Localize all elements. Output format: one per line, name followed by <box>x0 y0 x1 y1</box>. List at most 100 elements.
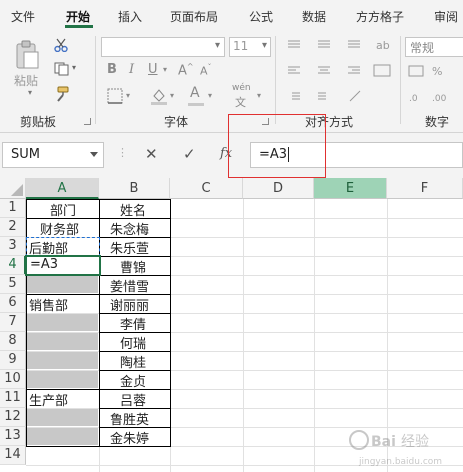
decimal-icons[interactable]: .0 .00 <box>408 90 463 104</box>
name-box[interactable]: SUM <box>2 142 104 168</box>
group-separator <box>95 36 96 124</box>
gridline <box>243 199 244 472</box>
bold-button[interactable]: B <box>107 62 117 77</box>
svg-text:经验: 经验 <box>401 434 429 450</box>
spreadsheet-grid[interactable]: A B C D E F 1 2 3 4 5 6 7 8 9 10 11 12 1… <box>0 178 463 472</box>
tab-insert[interactable]: 插入 <box>118 8 142 25</box>
column-header-b[interactable]: B <box>99 178 170 199</box>
paste-icon[interactable] <box>14 40 40 70</box>
fill-color-dropdown-icon[interactable]: ▾ <box>170 91 174 100</box>
row-header-4[interactable]: 4 <box>0 256 26 275</box>
cell-b6[interactable]: 谢丽丽 <box>110 295 149 314</box>
copy-dropdown-icon[interactable]: ▾ <box>72 63 76 72</box>
select-all-corner[interactable] <box>0 178 26 199</box>
row-header-14[interactable]: 14 <box>0 446 26 465</box>
phonetic-icon[interactable]: 文 <box>235 94 246 110</box>
cell-a2[interactable]: 财务部 <box>40 219 79 238</box>
decrease-font-icon[interactable]: Aˇ <box>200 63 212 78</box>
column-header-c[interactable]: C <box>170 178 243 199</box>
tab-file[interactable]: 文件 <box>11 8 35 25</box>
cell-b13[interactable]: 金朱婷 <box>110 428 149 447</box>
top-middle-bottom-align-icons[interactable]: ab <box>286 38 396 52</box>
clipboard-launcher-icon[interactable] <box>84 118 91 125</box>
tab-review[interactable]: 审阅 <box>434 8 458 25</box>
cell-a1[interactable]: 部门 <box>50 200 76 219</box>
filled-cell-a8[interactable] <box>27 333 98 350</box>
indent-orientation-icons[interactable] <box>286 90 376 104</box>
cell-b5[interactable]: 姜惜雪 <box>110 276 149 295</box>
font-color-bar <box>188 103 204 106</box>
left-center-right-align-icons[interactable] <box>286 64 396 78</box>
tab-data[interactable]: 数据 <box>302 8 326 25</box>
copy-icon[interactable] <box>54 62 70 76</box>
column-header-a[interactable]: A <box>26 178 99 199</box>
filled-cell-a10[interactable] <box>27 371 98 388</box>
borders-icon[interactable] <box>107 88 123 104</box>
cell-b2[interactable]: 朱念梅 <box>110 219 149 238</box>
font-size-dropdown[interactable]: 11 ▾ <box>229 37 271 57</box>
format-painter-icon[interactable] <box>54 86 70 102</box>
row-header-2[interactable]: 2 <box>0 218 26 237</box>
cell-b10[interactable]: 金贞 <box>120 371 146 390</box>
paste-dropdown-icon[interactable]: ▾ <box>28 88 32 97</box>
fill-color-icon[interactable] <box>150 87 168 105</box>
cell-b8[interactable]: 何瑞 <box>120 333 146 352</box>
column-header-e[interactable]: E <box>314 178 387 199</box>
column-header-f[interactable]: F <box>387 178 463 199</box>
font-color-icon[interactable]: A <box>190 85 200 101</box>
cell-b12[interactable]: 鲁胜英 <box>110 409 149 428</box>
tab-page-layout[interactable]: 页面布局 <box>170 8 218 25</box>
filled-cell-a9[interactable] <box>27 352 98 369</box>
font-color-dropdown-icon[interactable]: ▾ <box>208 91 212 100</box>
column-header-d[interactable]: D <box>243 178 314 199</box>
cell-a6[interactable]: 销售部 <box>29 295 68 314</box>
filled-cell-a5[interactable] <box>27 276 98 293</box>
row-header-7[interactable]: 7 <box>0 313 26 332</box>
row-header-5[interactable]: 5 <box>0 275 26 294</box>
cell-b1[interactable]: 姓名 <box>120 200 146 219</box>
tab-home[interactable]: 开始 <box>66 8 90 25</box>
cell-a11[interactable]: 生产部 <box>29 390 68 409</box>
underline-dropdown-icon[interactable]: ▾ <box>163 65 167 74</box>
copy-marquee <box>26 237 100 257</box>
svg-text:Bai: Bai <box>371 434 396 450</box>
row-header-11[interactable]: 11 <box>0 389 26 408</box>
italic-button[interactable]: I <box>129 62 134 77</box>
row-header-9[interactable]: 9 <box>0 351 26 370</box>
row-header-12[interactable]: 12 <box>0 408 26 427</box>
filled-cell-a13[interactable] <box>27 428 98 445</box>
row-header-8[interactable]: 8 <box>0 332 26 351</box>
name-box-chevron-icon[interactable] <box>90 152 98 157</box>
increase-font-icon[interactable]: A^ <box>178 62 194 78</box>
cell-b3[interactable]: 朱乐萱 <box>110 238 149 257</box>
filled-cell-a12[interactable] <box>27 409 98 426</box>
phonetic-wen-label[interactable]: wén <box>232 83 251 93</box>
cut-icon[interactable] <box>54 38 68 52</box>
row-header-6[interactable]: 6 <box>0 294 26 313</box>
currency-percent-icons[interactable]: % <box>408 64 463 78</box>
row-header-1[interactable]: 1 <box>0 199 26 218</box>
row-header-10[interactable]: 10 <box>0 370 26 389</box>
filled-cell-a7[interactable] <box>27 314 98 331</box>
tab-fangfanggezi[interactable]: 方方格子 <box>356 8 404 25</box>
number-format-dropdown[interactable]: 常规 <box>405 37 463 57</box>
borders-dropdown-icon[interactable]: ▾ <box>126 91 130 100</box>
cell-b11[interactable]: 吕蓉 <box>120 390 146 409</box>
underline-button[interactable]: U <box>148 62 158 77</box>
paste-label[interactable]: 粘贴 <box>14 72 38 89</box>
cell-b9[interactable]: 陶桂 <box>120 352 146 371</box>
cancel-icon[interactable]: ✕ <box>145 145 158 163</box>
group-separator <box>275 36 276 124</box>
font-name-dropdown[interactable]: ▾ <box>101 37 225 57</box>
enter-icon[interactable]: ✓ <box>183 145 196 163</box>
phonetic-dropdown-icon[interactable]: ▾ <box>257 91 261 100</box>
row-header-13[interactable]: 13 <box>0 427 26 446</box>
svg-text:jingyan.baidu.com: jingyan.baidu.com <box>358 457 442 467</box>
ribbon-tab-bar: 文件 开始 插入 页面布局 公式 数据 方方格子 审阅 <box>0 0 463 30</box>
cell-b7[interactable]: 李倩 <box>120 314 146 333</box>
cell-b4[interactable]: 曹锦 <box>120 257 146 276</box>
tab-formulas[interactable]: 公式 <box>249 8 273 25</box>
group-label-number: 数字 <box>425 115 450 129</box>
name-box-value: SUM <box>11 147 40 162</box>
row-header-3[interactable]: 3 <box>0 237 26 256</box>
